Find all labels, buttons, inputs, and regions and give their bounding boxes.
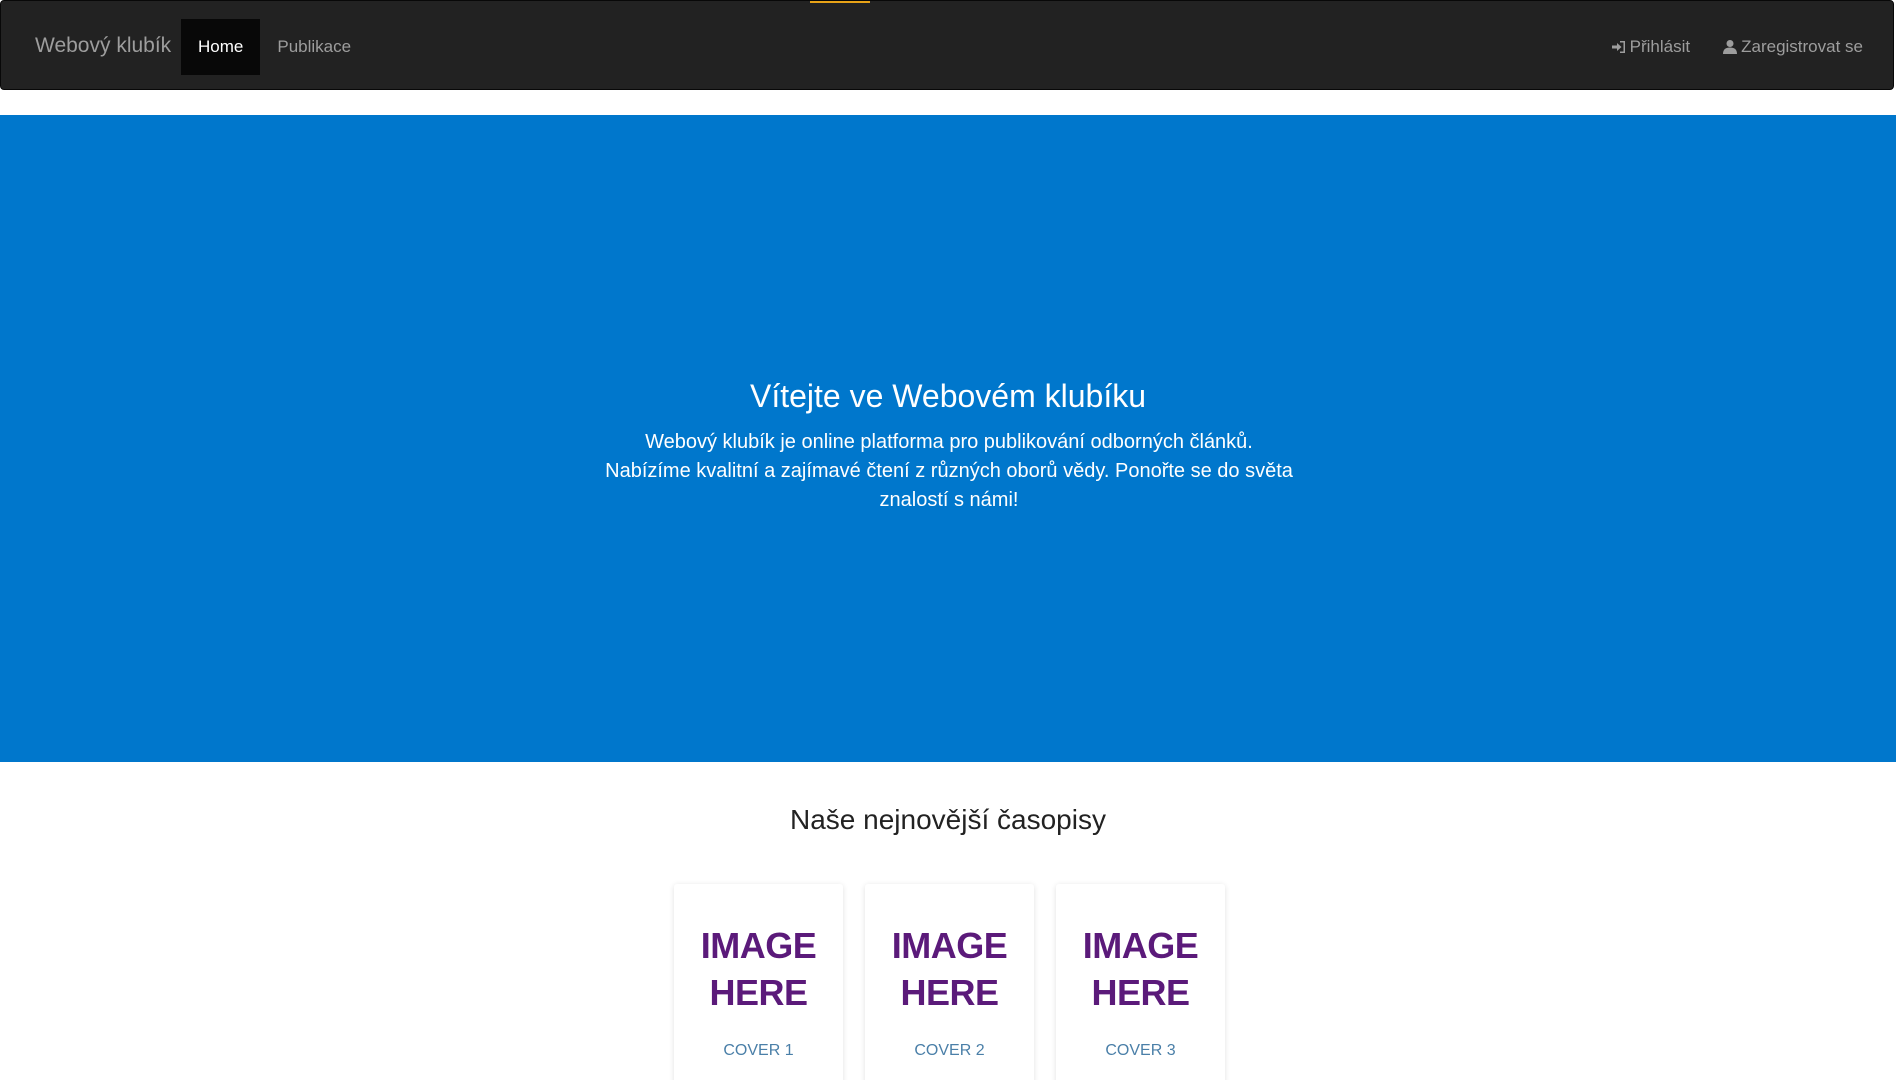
- hero-banner: Vítejte ve Webovém klubíku Webový klubík…: [0, 115, 1896, 762]
- cover-card[interactable]: IMAGE HERE COVER 1: [674, 884, 843, 1080]
- cover-image-text-line2: HERE: [1091, 972, 1190, 1013]
- nav-right: Přihlásit Zaregistrovat se: [1595, 19, 1893, 75]
- cover-image-placeholder: IMAGE HERE: [865, 922, 1034, 1016]
- register-link[interactable]: Zaregistrovat se: [1706, 19, 1893, 75]
- hero-text: Webový klubík je online platforma pro pu…: [605, 431, 1293, 511]
- cover-image-placeholder: IMAGE HERE: [1056, 922, 1225, 1016]
- nav-item-home-label: Home: [198, 37, 244, 56]
- cover-image-text-line2: HERE: [900, 972, 999, 1013]
- user-icon: [1722, 39, 1738, 55]
- page: Webový klubík Home Publikace Přihlásit Z…: [0, 0, 1896, 1080]
- cover-label: COVER 3: [1105, 1042, 1176, 1059]
- nav-item-home[interactable]: Home: [181, 19, 261, 75]
- cover-label: COVER 1: [723, 1042, 794, 1059]
- login-label: Přihlásit: [1629, 37, 1691, 56]
- top-navbar: Webový klubík Home Publikace Přihlásit Z…: [0, 0, 1894, 90]
- cover-card[interactable]: IMAGE HERE COVER 3: [1056, 884, 1225, 1080]
- accent-strip: [810, 1, 870, 3]
- cover-card[interactable]: IMAGE HERE COVER 2: [865, 884, 1034, 1080]
- register-label: Zaregistrovat se: [1741, 37, 1863, 56]
- nav-left: Home Publikace: [181, 19, 368, 75]
- hero-title: Vítejte ve Webovém klubíku: [749, 378, 1147, 414]
- cover-image-placeholder: IMAGE HERE: [674, 922, 843, 1016]
- section-title: Naše nejnovější časopisy: [790, 804, 1106, 835]
- nav-item-publikace[interactable]: Publikace: [260, 19, 368, 75]
- cover-image-text-line1: IMAGE: [891, 925, 1008, 966]
- cover-image-text-line1: IMAGE: [1082, 925, 1199, 966]
- cover-image-text-line2: HERE: [709, 972, 808, 1013]
- covers-list: IMAGE HERE COVER 1 IMAGE HERE COVER 2 IM…: [674, 884, 1225, 1080]
- brand-link[interactable]: Webový klubík: [35, 1, 171, 91]
- nav-item-publikace-label: Publikace: [277, 37, 352, 56]
- cover-label: COVER 2: [914, 1042, 985, 1059]
- log-in-icon: [1611, 39, 1627, 55]
- login-link[interactable]: Přihlásit: [1595, 19, 1706, 75]
- cover-image-text-line1: IMAGE: [700, 925, 817, 966]
